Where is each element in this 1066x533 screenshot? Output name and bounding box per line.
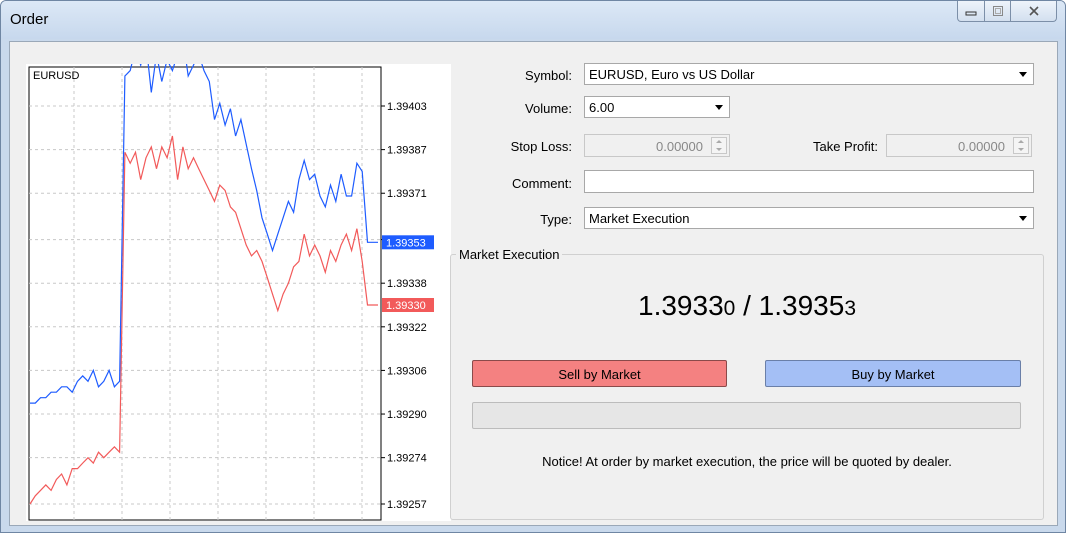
y-tick-label: 1.39257 xyxy=(387,499,427,511)
volume-value: 6.00 xyxy=(589,100,615,115)
y-tick-label: 1.39290 xyxy=(387,409,427,421)
stop-loss-value: 0.00000 xyxy=(656,139,703,154)
market-execution-group-title: Market Execution xyxy=(456,247,563,262)
price-chart-svg: 1.394031.393871.393711.393541.393381.393… xyxy=(28,64,434,521)
take-profit-label: Take Profit: xyxy=(812,139,878,154)
symbol-label: Symbol: xyxy=(525,68,572,83)
ask-price-pip: 3 xyxy=(844,297,856,320)
chevron-down-icon xyxy=(715,105,723,110)
maximize-icon xyxy=(992,6,1003,16)
maximize-button[interactable] xyxy=(985,1,1011,22)
y-tick-label: 1.39322 xyxy=(387,322,427,334)
chevron-down-icon xyxy=(1019,216,1027,221)
ask-price: 1.3935 xyxy=(758,290,845,321)
type-value: Market Execution xyxy=(589,211,690,226)
dialog-client-area: 1.394031.393871.393711.393541.393381.393… xyxy=(9,41,1058,526)
comment-label: Comment: xyxy=(512,176,572,191)
close-icon xyxy=(1028,6,1039,16)
plot-frame xyxy=(28,66,382,521)
volume-select[interactable]: 6.00 xyxy=(584,96,730,118)
stop-loss-label: Stop Loss: xyxy=(510,139,572,154)
sell-by-market-button[interactable]: Sell by Market xyxy=(472,360,727,387)
bid-price-pip: 0 xyxy=(723,297,736,320)
spin-arrows-icon[interactable] xyxy=(711,137,727,154)
notice-text: Notice! At order by market execution, th… xyxy=(542,454,952,469)
comment-input[interactable] xyxy=(584,170,1034,193)
symbol-value: EURUSD, Euro vs US Dollar xyxy=(589,67,755,82)
close-button[interactable] xyxy=(1011,1,1057,22)
take-profit-stepper[interactable]: 0.00000 xyxy=(886,134,1032,157)
minimize-icon xyxy=(965,11,977,16)
y-tick-label: 1.39403 xyxy=(387,101,427,113)
order-window: Order 1.394031.393871.393711.393541.3933… xyxy=(0,0,1066,533)
y-tick-label: 1.39387 xyxy=(387,145,427,157)
y-tick-label: 1.39274 xyxy=(387,453,427,465)
take-profit-value: 0.00000 xyxy=(958,139,1005,154)
bid-price: 1.3933 xyxy=(638,290,724,321)
type-select[interactable]: Market Execution xyxy=(584,207,1034,229)
price-quote: 1.39330 / 1.39353 xyxy=(450,290,1044,322)
y-tick-label: 1.39371 xyxy=(387,188,427,200)
type-label: Type: xyxy=(540,212,572,227)
price-chart: 1.394031.393871.393711.393541.393381.393… xyxy=(26,64,451,521)
window-title: Order xyxy=(10,11,49,28)
chevron-down-icon xyxy=(1019,72,1027,77)
volume-label: Volume: xyxy=(525,101,572,116)
execution-progress-bar xyxy=(472,402,1021,429)
y-tick-label: 1.39306 xyxy=(387,365,427,377)
stop-loss-stepper[interactable]: 0.00000 xyxy=(584,134,730,157)
quote-separator: / xyxy=(735,290,759,321)
y-tick-label: 1.39338 xyxy=(387,278,427,290)
bid-price-badge: 1.39330 xyxy=(386,300,426,312)
spin-arrows-icon[interactable] xyxy=(1013,137,1029,154)
ask-price-badge: 1.39353 xyxy=(386,237,426,249)
window-controls xyxy=(957,1,1057,22)
title-bar[interactable]: Order xyxy=(1,1,1065,39)
symbol-select[interactable]: EURUSD, Euro vs US Dollar xyxy=(584,63,1034,85)
buy-by-market-button[interactable]: Buy by Market xyxy=(765,360,1021,387)
minimize-button[interactable] xyxy=(957,1,985,22)
chart-symbol-label: EURUSD xyxy=(33,70,80,82)
